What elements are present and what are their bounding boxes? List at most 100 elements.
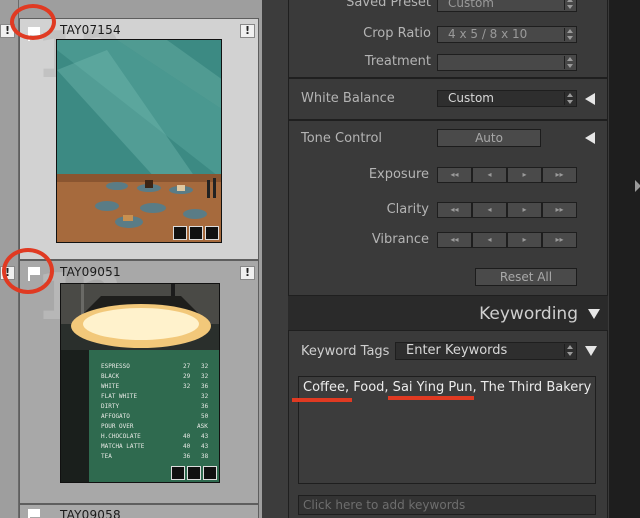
expand-right-arrow-icon[interactable] [635,180,640,192]
white-balance-dropdown[interactable]: Custom [437,90,577,107]
step-down-large-button[interactable]: ◂◂ [437,202,472,218]
saved-preset-value: Custom [448,0,494,10]
thumbnail-tools [171,466,217,480]
tone-control-label: Tone Control [301,131,383,146]
step-down-button[interactable]: ◂ [472,202,507,218]
cafe-wall-photo [57,40,221,242]
step-up-large-button[interactable]: ▸▸ [542,232,577,248]
expand-arrow-icon[interactable] [585,132,595,144]
svg-text:WHITE: WHITE [101,383,119,390]
thumbnail-image[interactable] [56,39,222,243]
svg-text:32: 32 [183,383,191,390]
crop-ratio-value: 4 x 5 / 8 x 10 [448,27,528,41]
svg-text:POUR OVER: POUR OVER [101,423,134,430]
tag-icon[interactable] [171,466,185,480]
collapse-arrow-icon[interactable] [585,346,597,356]
cell-filename: TAY09051 [60,265,121,279]
grid-cell[interactable]: ! 12 TAY09051 ! ESPRESSO2732 [0,260,262,504]
flag-icon[interactable] [28,509,40,518]
svg-text:43: 43 [201,443,209,450]
keyword-tags-dropdown[interactable]: Enter Keywords [395,342,577,360]
preset-section: Saved Preset Custom Crop Ratio 4 x 5 / 8… [288,0,608,78]
grid-cell-frame[interactable]: 12 TAY09051 ! ESPRESSO2732 BLA [19,260,259,504]
spinner-icon [564,56,574,69]
cafe-menu-photo: ESPRESSO 27 32 BLACK 29 32 WHITE 32 36 FLAT WH… [61,284,219,482]
crop-icon[interactable] [187,466,201,480]
svg-text:32: 32 [201,373,209,380]
svg-text:32: 32 [201,363,209,370]
svg-text:DIRTY: DIRTY [101,403,119,410]
tone-control-section: Tone Control Auto Exposure ◂◂ ◂ ▸ ▸▸ Cla… [288,120,608,296]
reset-all-button[interactable]: Reset All [475,268,577,286]
metadata-warning-badge[interactable]: ! [240,266,255,280]
saved-preset-dropdown[interactable]: Custom [437,0,577,12]
saved-preset-label: Saved Preset [346,0,431,10]
step-up-button[interactable]: ▸ [507,167,542,183]
clarity-stepper: ◂◂ ◂ ▸ ▸▸ [437,202,577,218]
quick-develop-panel: Saved Preset Custom Crop Ratio 4 x 5 / 8… [288,0,608,518]
svg-text:BLACK: BLACK [101,373,119,380]
keyword-tags-label: Keyword Tags [301,344,390,359]
annotation-underline [292,398,352,402]
step-down-button[interactable]: ◂ [472,232,507,248]
svg-text:40: 40 [183,443,191,450]
white-balance-section: White Balance Custom [288,78,608,120]
thumbnail-image[interactable]: ESPRESSO 27 32 BLACK 29 32 WHITE 32 36 FLAT WH… [60,283,220,483]
annotation-circle [2,248,54,294]
svg-text:H.CHOCOLATE: H.CHOCOLATE [101,433,141,440]
metadata-warning-badge[interactable]: ! [240,24,255,38]
annotation-underline [388,396,474,400]
right-edge-strip[interactable] [608,0,640,518]
step-down-large-button[interactable]: ◂◂ [437,232,472,248]
step-up-button[interactable]: ▸ [507,232,542,248]
svg-text:36: 36 [183,453,191,460]
step-up-button[interactable]: ▸ [507,202,542,218]
step-up-large-button[interactable]: ▸▸ [542,167,577,183]
crop-ratio-label: Crop Ratio [363,26,431,41]
spinner-icon [564,92,574,105]
step-down-large-button[interactable]: ◂◂ [437,167,472,183]
white-balance-label: White Balance [301,91,395,106]
exposure-label: Exposure [368,167,429,182]
grid-cell[interactable]: ! 12 TAY07154 ! [0,18,262,260]
keyword-tags-value: Enter Keywords [406,343,508,358]
treatment-dropdown[interactable] [437,54,577,71]
library-grid: ! 12 TAY07154 ! [0,0,262,518]
spinner-icon [564,28,574,41]
svg-text:AFFOGATO: AFFOGATO [101,413,130,420]
add-keywords-input[interactable]: Click here to add keywords [298,495,596,515]
svg-text:32: 32 [201,393,209,400]
grid-cell-frame[interactable]: TAY09058 [19,504,259,518]
keywords-textarea[interactable]: Coffee, Food, Sai Ying Pun, The Third Ba… [298,376,596,484]
keywording-header[interactable]: Keywording [288,298,608,330]
vibrance-label: Vibrance [371,232,429,247]
auto-tone-button[interactable]: Auto [437,129,541,147]
keywording-title: Keywording [479,304,578,324]
adjust-icon[interactable] [203,466,217,480]
crop-icon[interactable] [189,226,203,240]
cell-filename: TAY07154 [60,23,121,37]
panel-divider[interactable] [262,0,288,518]
vibrance-stepper: ◂◂ ◂ ▸ ▸▸ [437,232,577,248]
expand-arrow-icon[interactable] [585,93,595,105]
svg-text:27: 27 [183,363,191,370]
thumbnail-tools [173,226,219,240]
step-up-large-button[interactable]: ▸▸ [542,202,577,218]
exposure-stepper: ◂◂ ◂ ▸ ▸▸ [437,167,577,183]
adjust-icon[interactable] [205,226,219,240]
svg-text:ESPRESSO: ESPRESSO [101,363,130,370]
crop-ratio-dropdown[interactable]: 4 x 5 / 8 x 10 [437,26,577,43]
keywords-text: Coffee, Food, Sai Ying Pun, The Third Ba… [303,380,592,395]
svg-text:50: 50 [201,413,209,420]
grid-cell-frame[interactable]: 12 TAY07154 ! [19,18,259,260]
grid-cell[interactable]: TAY09058 [0,504,262,518]
spinner-icon [564,0,574,10]
tag-icon[interactable] [173,226,187,240]
collapse-arrow-icon[interactable] [588,309,600,319]
svg-text:36: 36 [201,403,209,410]
svg-text:MATCHA LATTE: MATCHA LATTE [101,443,145,450]
step-down-button[interactable]: ◂ [472,167,507,183]
svg-text:29: 29 [183,373,191,380]
svg-text:43: 43 [201,433,209,440]
cell-filename: TAY09058 [60,508,121,518]
